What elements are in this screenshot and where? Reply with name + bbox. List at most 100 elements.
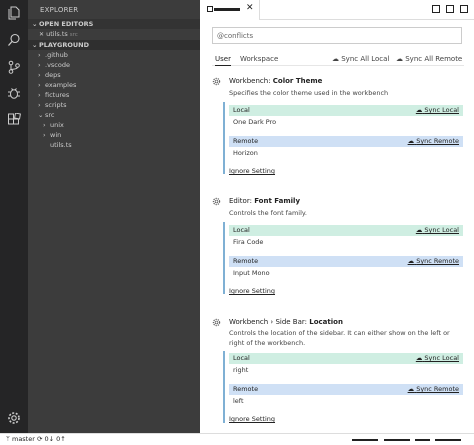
ignore-setting-link[interactable]: Ignore Setting bbox=[229, 287, 275, 295]
more-actions-icon[interactable] bbox=[460, 5, 468, 13]
tree-item-github[interactable]: › .github bbox=[38, 51, 68, 60]
extensions-icon[interactable] bbox=[7, 112, 21, 127]
chevron-right-icon: › bbox=[38, 71, 41, 79]
gear-icon[interactable] bbox=[212, 197, 221, 206]
setting-rail bbox=[223, 102, 225, 174]
status-item[interactable] bbox=[415, 439, 430, 441]
settings-editor: ✕ User Workspace ☁ Sync All Local ☁ Sync… bbox=[200, 0, 474, 433]
sync-remote-label: Sync Remote bbox=[416, 137, 459, 145]
tab-workspace[interactable]: Workspace bbox=[240, 55, 278, 63]
local-header: Local ☁ Sync Local bbox=[229, 225, 463, 236]
status-item[interactable] bbox=[352, 439, 378, 441]
setting-color-theme: Workbench: Color Theme Specifies the col… bbox=[212, 77, 470, 177]
close-icon[interactable]: ✕ bbox=[246, 3, 254, 13]
setting-font-family: Editor: Font Family Controls the font fa… bbox=[212, 197, 470, 297]
tree-item-src[interactable]: ⌄ src bbox=[38, 111, 55, 120]
sync-status[interactable]: ⟳ 0↓ 0↑ bbox=[37, 435, 66, 443]
sync-local-link[interactable]: ☁ Sync Local bbox=[416, 105, 459, 116]
sync-all-local-button[interactable]: ☁ Sync All Local bbox=[332, 55, 389, 63]
debug-icon[interactable] bbox=[7, 86, 21, 100]
setting-description: Controls the location of the sidebar. It… bbox=[229, 329, 450, 347]
playground-header[interactable]: ⌄ PLAYGROUND bbox=[28, 40, 200, 50]
tab-title-placeholder bbox=[214, 8, 240, 11]
chevron-down-icon: ⌄ bbox=[38, 111, 44, 119]
sync-all-remote-button[interactable]: ☁ Sync All Remote bbox=[396, 55, 462, 63]
settings-search-input[interactable] bbox=[212, 27, 462, 44]
sync-remote-link[interactable]: ☁ Sync Remote bbox=[408, 256, 459, 267]
setting-name: Color Theme bbox=[272, 77, 323, 85]
settings-gear-icon[interactable] bbox=[7, 411, 21, 425]
sync-remote-link[interactable]: ☁ Sync Remote bbox=[408, 384, 459, 395]
tree-item-win[interactable]: › win bbox=[43, 131, 61, 140]
explorer-sidebar: EXPLORER ⌄ OPEN EDITORS ✕ utils.ts src ⌄ PL… bbox=[28, 0, 200, 433]
tree-item-examples[interactable]: › examples bbox=[38, 81, 76, 90]
gear-icon[interactable] bbox=[212, 318, 221, 327]
tree-label: .github bbox=[45, 51, 68, 59]
remote-value-box: Remote ☁ Sync Remote Input Mono bbox=[229, 256, 463, 280]
chevron-right-icon: › bbox=[38, 61, 41, 69]
explorer-title: EXPLORER bbox=[40, 6, 79, 14]
status-branch[interactable]: ᛘ master ⟳ 0↓ 0↑ bbox=[6, 435, 66, 443]
sync-remote-link[interactable]: ☁ Sync Remote bbox=[408, 136, 459, 147]
branch-icon: ᛘ bbox=[6, 435, 10, 443]
tree-label: deps bbox=[45, 71, 61, 79]
source-control-icon[interactable] bbox=[7, 60, 21, 74]
ignore-setting-link[interactable]: Ignore Setting bbox=[229, 167, 275, 175]
chevron-right-icon: › bbox=[38, 81, 41, 89]
chevron-right-icon: › bbox=[43, 121, 46, 129]
status-item[interactable] bbox=[384, 439, 410, 441]
playground-label: PLAYGROUND bbox=[39, 41, 90, 49]
tree-label: scripts bbox=[45, 101, 67, 109]
cloud-icon: ☁ bbox=[407, 137, 415, 145]
chevron-right-icon: › bbox=[38, 101, 41, 109]
sync-all-remote-label: Sync All Remote bbox=[405, 55, 463, 63]
setting-sidebar-location: Workbench › Side Bar: Location Controls … bbox=[212, 318, 470, 428]
open-editors-header[interactable]: ⌄ OPEN EDITORS bbox=[28, 19, 200, 29]
tree-item-utils[interactable]: utils.ts bbox=[50, 141, 72, 150]
tree-label: examples bbox=[45, 81, 77, 89]
cloud-icon: ☁ bbox=[407, 385, 415, 393]
remote-value: left bbox=[233, 397, 244, 405]
tab-user[interactable]: User bbox=[215, 55, 231, 66]
layout-icon[interactable] bbox=[446, 5, 454, 13]
search-icon[interactable] bbox=[7, 33, 21, 47]
status-bar: ᛘ master ⟳ 0↓ 0↑ bbox=[0, 433, 474, 445]
activity-bar bbox=[0, 0, 28, 433]
cloud-icon: ☁ bbox=[415, 226, 423, 234]
setting-description: Specifies the color theme used in the wo… bbox=[229, 89, 389, 97]
chevron-right-icon: › bbox=[43, 131, 46, 139]
gear-icon[interactable] bbox=[212, 77, 221, 86]
tree-item-fictures[interactable]: › fictures bbox=[38, 91, 69, 100]
local-header: Local ☁ Sync Local bbox=[229, 353, 463, 364]
files-icon[interactable] bbox=[7, 6, 21, 20]
open-editor-item[interactable]: ✕ utils.ts src bbox=[39, 30, 78, 40]
ignore-setting-link[interactable]: Ignore Setting bbox=[229, 415, 275, 423]
local-value: Fira Code bbox=[233, 238, 264, 246]
sync-local-link[interactable]: ☁ Sync Local bbox=[416, 353, 459, 364]
open-editor-name: utils.ts bbox=[46, 30, 68, 38]
sync-local-link[interactable]: ☁ Sync Local bbox=[416, 225, 459, 236]
local-value-box: Local ☁ Sync Local right bbox=[229, 353, 463, 377]
tree-label: src bbox=[45, 111, 55, 119]
status-item[interactable] bbox=[435, 439, 461, 441]
setting-prefix: Workbench: bbox=[229, 77, 273, 85]
open-editors-label: OPEN EDITORS bbox=[39, 20, 94, 28]
sync-remote-label: Sync Remote bbox=[416, 385, 459, 393]
setting-name: Location bbox=[309, 318, 343, 326]
editor-tab[interactable]: ✕ bbox=[200, 0, 260, 20]
local-label: Local bbox=[233, 226, 250, 234]
tree-item-deps[interactable]: › deps bbox=[38, 71, 61, 80]
close-icon[interactable]: ✕ bbox=[39, 31, 44, 38]
branch-name: master bbox=[11, 435, 35, 443]
remote-header: Remote ☁ Sync Remote bbox=[229, 136, 463, 147]
chevron-down-icon: ⌄ bbox=[32, 41, 38, 49]
tree-item-scripts[interactable]: › scripts bbox=[38, 101, 67, 110]
tree-item-unix[interactable]: › unix bbox=[43, 121, 64, 130]
split-editor-icon[interactable] bbox=[432, 5, 440, 13]
open-editor-folder: src bbox=[69, 32, 78, 38]
setting-description: Controls the font family. bbox=[229, 209, 307, 217]
chevron-right-icon: › bbox=[38, 91, 41, 99]
remote-value-box: Remote ☁ Sync Remote left bbox=[229, 384, 463, 408]
tab-bar: ✕ bbox=[200, 0, 474, 20]
tree-item-vscode[interactable]: › .vscode bbox=[38, 61, 70, 70]
